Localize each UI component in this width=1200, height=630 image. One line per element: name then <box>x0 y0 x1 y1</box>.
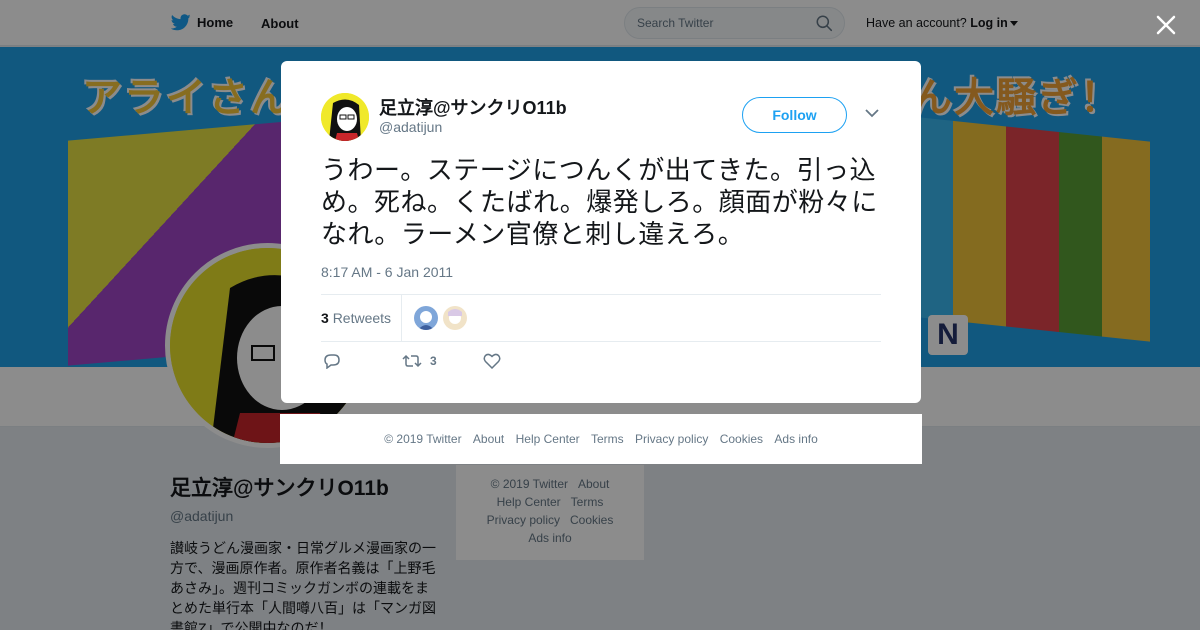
retweeter-avatar-illustration <box>443 306 467 330</box>
retweet-count: 3 <box>321 310 329 326</box>
retweeter-avatar-illustration <box>414 306 438 330</box>
reply-icon <box>324 354 340 369</box>
footer-terms-link[interactable]: Terms <box>591 432 624 446</box>
tweet-permalink-modal: 足立淳@サンクリO11b @adatijun Follow うわー。ステージにつ… <box>281 61 921 403</box>
like-icon <box>483 353 501 369</box>
tweet-text: うわー。ステージにつんくが出てきた。引っ込め。死ね。くたばれ。爆発しろ。顔面が粉… <box>321 156 878 250</box>
retweet-action-count: 3 <box>430 354 437 368</box>
tweet-timestamp[interactable]: 8:17 AM - 6 Jan 2011 <box>321 264 453 280</box>
follow-button[interactable]: Follow <box>742 97 847 133</box>
like-action[interactable] <box>483 353 501 369</box>
retweet-stat-label: Retweets <box>332 310 392 326</box>
footer-copyright: © 2019 Twitter <box>384 432 462 446</box>
modal-footer: © 2019 Twitter About Help Center Terms P… <box>280 414 922 464</box>
retweet-stat[interactable]: 3 Retweets <box>321 310 391 326</box>
retweet-icon <box>402 354 422 368</box>
tweet-actions: 3 <box>321 353 621 377</box>
author-avatar-illustration <box>321 93 369 141</box>
tweet-author-avatar[interactable] <box>321 93 369 141</box>
footer-ads-link[interactable]: Ads info <box>774 432 817 446</box>
footer-cookies-link[interactable]: Cookies <box>720 432 763 446</box>
retweet-action[interactable]: 3 <box>402 353 437 369</box>
chevron-down-icon[interactable] <box>865 108 879 118</box>
stats-divider <box>401 295 402 341</box>
footer-about-link[interactable]: About <box>473 432 504 446</box>
footer-help-link[interactable]: Help Center <box>516 432 580 446</box>
retweeter-avatar[interactable] <box>443 306 467 330</box>
tweet-author-name[interactable]: 足立淳@サンクリO11b <box>379 94 567 120</box>
footer-privacy-link[interactable]: Privacy policy <box>635 432 708 446</box>
tweet-author-handle[interactable]: @adatijun <box>379 119 442 135</box>
reply-action[interactable] <box>323 353 341 369</box>
close-icon[interactable] <box>1153 12 1179 38</box>
tweet-stats: 3 Retweets <box>321 294 881 342</box>
retweeter-avatar[interactable] <box>414 306 438 330</box>
